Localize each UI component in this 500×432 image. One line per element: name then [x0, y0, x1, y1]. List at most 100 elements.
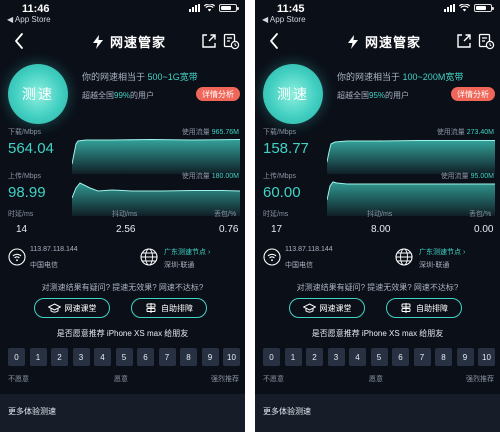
status-time: 11:46	[22, 3, 50, 15]
signpost-icon	[146, 303, 156, 313]
speed-equivalent: 你的网速相当于 500~1G宽带	[82, 72, 198, 82]
back-button[interactable]	[265, 30, 285, 52]
battery-icon	[219, 4, 239, 12]
nps-score-3[interactable]: 3	[327, 348, 345, 366]
nps-score-9[interactable]: 9	[456, 348, 474, 366]
graduation-cap-icon	[47, 302, 61, 313]
upload-speed: 60.00	[263, 184, 301, 201]
nps-score-1[interactable]: 1	[284, 348, 302, 366]
phone-screen-right: 11:45 ◀ App Store 网速管家 测速 你的网速相当于 100~20…	[255, 0, 500, 432]
self-troubleshoot-button[interactable]: 自助排障	[131, 298, 207, 318]
wifi-network-icon	[263, 248, 281, 266]
jitter-label: 抖动/ms	[367, 211, 393, 218]
nps-low-label: 不愿意	[8, 376, 29, 383]
nps-mid-label: 愿意	[369, 376, 383, 383]
back-button[interactable]	[10, 30, 30, 52]
ip-address: 113.87.118.144	[285, 246, 333, 253]
latency-label: 时延/ms	[8, 211, 34, 218]
nps-score-8[interactable]: 8	[180, 348, 197, 366]
history-icon[interactable]	[477, 32, 495, 50]
speed-course-button[interactable]: 网速课堂	[34, 298, 110, 318]
phone-screen-left: 11:46 ◀ App Store 网速管家 测速 你的网速相当于 500~1G…	[0, 0, 245, 432]
signpost-icon	[401, 303, 411, 313]
nps-score-5[interactable]: 5	[115, 348, 133, 366]
cellular-signal-icon	[444, 4, 455, 12]
nps-score-0[interactable]: 0	[263, 348, 280, 366]
status-icons	[189, 4, 239, 12]
more-tests-section[interactable]: 更多体验测速	[255, 394, 500, 432]
jitter-value: 2.56	[116, 224, 136, 235]
recommend-question: 是否愿意推荐 iPhone XS max 给朋友	[56, 329, 189, 338]
status-time: 11:45	[277, 3, 305, 15]
back-to-app-store-link[interactable]: ◀ App Store	[7, 15, 51, 24]
speed-course-button[interactable]: 网速课堂	[289, 298, 365, 318]
nps-score-2[interactable]: 2	[306, 348, 323, 366]
brand: 网速管家	[345, 32, 421, 51]
nps-score-7[interactable]: 7	[413, 348, 431, 366]
share-icon[interactable]	[200, 32, 218, 50]
nps-scale: 0 1 2 3 4 5 6 7 8 9 10	[8, 348, 240, 366]
wifi-network-icon	[8, 248, 26, 266]
nps-score-9[interactable]: 9	[201, 348, 219, 366]
nps-score-7[interactable]: 7	[158, 348, 176, 366]
loss-label: 丢包/%	[214, 211, 237, 218]
nps-score-6[interactable]: 6	[392, 348, 409, 366]
share-icon[interactable]	[455, 32, 473, 50]
nps-mid-label: 愿意	[114, 376, 128, 383]
more-tests-title: 更多体验测速	[8, 407, 56, 416]
jitter-label: 抖动/ms	[112, 211, 138, 218]
nps-score-5[interactable]: 5	[370, 348, 388, 366]
upload-speed: 98.99	[8, 184, 46, 201]
speed-test-button[interactable]: 测速	[8, 64, 68, 124]
download-chart	[327, 140, 495, 174]
nps-score-8[interactable]: 8	[435, 348, 452, 366]
nps-score-6[interactable]: 6	[137, 348, 154, 366]
download-label: 下载/Mbps	[263, 129, 297, 136]
nps-score-4[interactable]: 4	[349, 348, 366, 366]
speed-equivalent: 你的网速相当于 100~200M宽带	[337, 72, 464, 82]
nps-score-1[interactable]: 1	[29, 348, 47, 366]
result-question: 对测速结果有疑问? 提速无效果? 网速不达标?	[296, 283, 459, 292]
wifi-icon	[459, 4, 470, 12]
nps-score-4[interactable]: 4	[94, 348, 111, 366]
history-icon[interactable]	[222, 32, 240, 50]
wifi-icon	[204, 4, 215, 12]
self-troubleshoot-button[interactable]: 自助排障	[386, 298, 462, 318]
nav-bar: 网速管家	[255, 28, 500, 54]
nps-score-0[interactable]: 0	[8, 348, 25, 366]
broadband-tier: 100~200M宽带	[402, 72, 464, 82]
download-speed: 158.77	[263, 140, 309, 157]
speed-test-button[interactable]: 测速	[263, 64, 323, 124]
nps-low-label: 不愿意	[263, 376, 284, 383]
result-question: 对测速结果有疑问? 提速无效果? 网速不达标?	[41, 283, 204, 292]
nps-score-3[interactable]: 3	[72, 348, 90, 366]
detail-analysis-button[interactable]: 详情分析	[196, 87, 240, 101]
status-bar: 11:46 ◀ App Store	[0, 0, 245, 26]
brand: 网速管家	[90, 32, 166, 51]
nps-scale: 0 1 2 3 4 5 6 7 8 9 10	[263, 348, 495, 366]
brand-logo-icon	[93, 34, 103, 49]
broadband-tier: 500~1G宽带	[147, 72, 198, 82]
nps-score-10[interactable]: 10	[478, 348, 495, 366]
test-node-link[interactable]: 广东测速节点 ›	[419, 247, 465, 257]
nps-score-10[interactable]: 10	[223, 348, 240, 366]
nps-high-label: 强烈推荐	[466, 376, 494, 383]
status-icons	[444, 4, 494, 12]
nps-high-label: 强烈推荐	[211, 376, 239, 383]
detail-analysis-button[interactable]: 详情分析	[451, 87, 495, 101]
download-speed: 564.04	[8, 140, 54, 157]
brand-title: 网速管家	[365, 35, 422, 50]
upload-label: 上传/Mbps	[263, 173, 297, 180]
test-node-city: 深圳-联通	[164, 262, 195, 269]
more-tests-title: 更多体验测速	[263, 407, 311, 416]
more-tests-section[interactable]: 更多体验测速	[0, 394, 245, 432]
upload-label: 上传/Mbps	[8, 173, 42, 180]
latency-value: 14	[16, 224, 28, 235]
loss-value: 0.00	[474, 224, 494, 235]
test-node-link[interactable]: 广东测速节点 ›	[164, 247, 210, 257]
recommend-question: 是否愿意推荐 iPhone XS max 给朋友	[311, 329, 444, 338]
back-to-app-store-link[interactable]: ◀ App Store	[262, 15, 306, 24]
nps-score-2[interactable]: 2	[51, 348, 68, 366]
jitter-value: 8.00	[371, 224, 391, 235]
status-bar: 11:45 ◀ App Store	[255, 0, 500, 26]
